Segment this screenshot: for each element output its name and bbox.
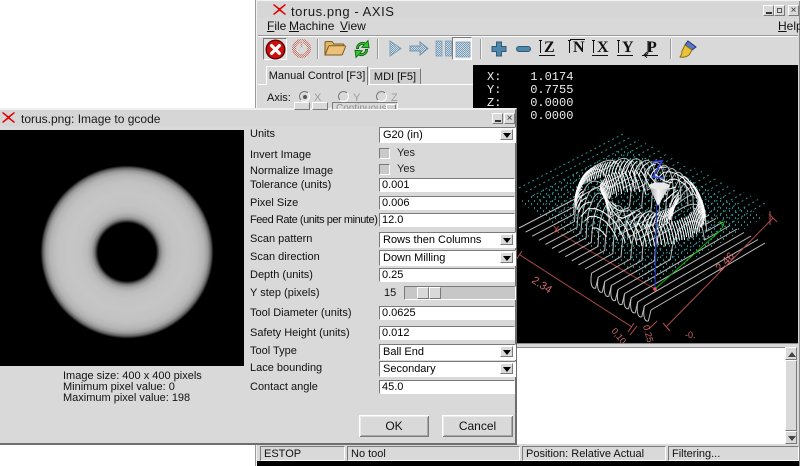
svg-text:2.34: 2.34 [529, 274, 554, 296]
svg-text:X: X [553, 225, 560, 236]
svg-text:Y: Y [719, 220, 726, 231]
svg-text:-0.: -0. [685, 330, 696, 340]
svg-text:0.25: 0.25 [641, 324, 655, 343]
svg-text:0,10: 0,10 [609, 326, 628, 343]
